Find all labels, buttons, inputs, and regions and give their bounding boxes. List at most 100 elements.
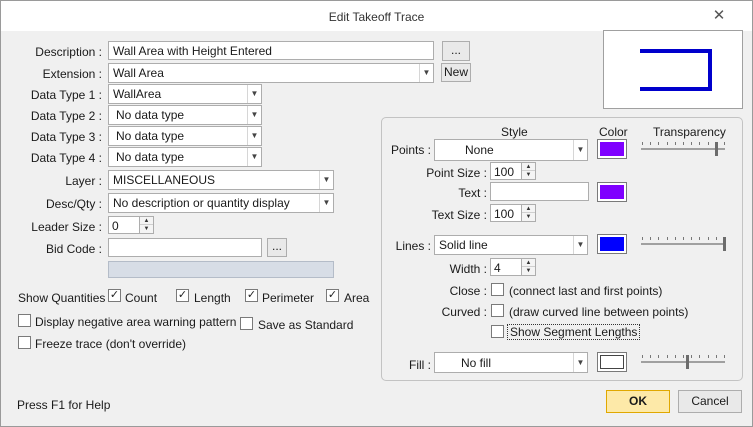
description-browse-button[interactable]: ... bbox=[442, 41, 470, 61]
cancel-button[interactable]: Cancel bbox=[678, 390, 742, 413]
point-size-value: 100 bbox=[494, 165, 515, 179]
spin-down-icon[interactable]: ▼ bbox=[522, 171, 535, 179]
chevron-down-icon: ▼ bbox=[319, 194, 333, 212]
bid-code-input[interactable] bbox=[108, 238, 262, 257]
spin-up-icon[interactable]: ▲ bbox=[522, 205, 535, 213]
chevron-down-icon: ▼ bbox=[247, 106, 261, 124]
data-type-2-select[interactable]: No data type ▼ bbox=[108, 105, 262, 125]
slider-tick bbox=[724, 355, 725, 358]
slider-tick bbox=[699, 142, 701, 145]
point-size-stepper[interactable]: 100 ▲ ▼ bbox=[490, 162, 536, 180]
spin-down-icon[interactable]: ▼ bbox=[140, 225, 153, 233]
style-header: Style bbox=[501, 125, 528, 139]
points-transparency-slider[interactable] bbox=[641, 140, 727, 160]
close-checkbox[interactable] bbox=[491, 283, 504, 296]
lines-color-fill bbox=[600, 237, 624, 251]
curved-description: (draw curved line between points) bbox=[509, 305, 689, 319]
color-header: Color bbox=[599, 125, 628, 139]
data-type-4-label: Data Type 4 : bbox=[30, 151, 102, 165]
ok-button[interactable]: OK bbox=[606, 390, 670, 413]
spin-up-icon[interactable]: ▲ bbox=[140, 217, 153, 225]
slider-tick bbox=[650, 355, 652, 358]
lines-select[interactable]: Solid line ▼ bbox=[434, 235, 588, 255]
spin-up-icon[interactable]: ▲ bbox=[522, 163, 535, 171]
close-icon[interactable]: ✕ bbox=[707, 5, 731, 27]
data-type-2-label: Data Type 2 : bbox=[30, 109, 102, 123]
width-stepper[interactable]: 4 ▲ ▼ bbox=[490, 258, 536, 276]
points-value: None bbox=[465, 143, 494, 157]
preview-trace-shape bbox=[640, 49, 712, 91]
extension-new-button[interactable]: New bbox=[441, 63, 471, 82]
trace-preview bbox=[603, 30, 743, 109]
text-size-stepper[interactable]: 100 ▲ ▼ bbox=[490, 204, 536, 222]
freeze-checkbox[interactable] bbox=[18, 336, 31, 349]
slider-tick bbox=[724, 142, 725, 145]
slider-thumb[interactable] bbox=[723, 237, 726, 251]
chevron-down-icon: ▼ bbox=[247, 127, 261, 145]
negative-area-checkbox[interactable] bbox=[18, 314, 31, 327]
fill-label: Fill : bbox=[409, 358, 431, 372]
slider-tick bbox=[707, 237, 709, 240]
save-standard-checkbox[interactable] bbox=[240, 317, 253, 330]
slider-tick bbox=[650, 142, 652, 145]
extension-select[interactable]: Wall Area ▼ bbox=[108, 63, 434, 83]
perimeter-checkbox[interactable]: ✓ bbox=[245, 289, 258, 302]
slider-thumb[interactable] bbox=[686, 355, 689, 369]
layer-select[interactable]: MISCELLANEOUS ▼ bbox=[108, 170, 334, 190]
slider-tick bbox=[683, 237, 684, 240]
points-color-swatch[interactable] bbox=[597, 139, 627, 159]
fill-select[interactable]: No fill ▼ bbox=[434, 352, 588, 373]
extension-value: Wall Area bbox=[113, 66, 164, 80]
chevron-down-icon: ▼ bbox=[247, 85, 261, 103]
count-checkbox[interactable]: ✓ bbox=[108, 289, 121, 302]
slider-tick bbox=[683, 355, 684, 358]
chevron-down-icon: ▼ bbox=[247, 148, 261, 166]
data-type-4-value: No data type bbox=[116, 150, 185, 164]
fill-color-swatch[interactable] bbox=[597, 352, 627, 372]
slider-tick bbox=[699, 237, 701, 240]
data-type-4-select[interactable]: No data type ▼ bbox=[108, 147, 262, 167]
slider-tick bbox=[715, 355, 717, 358]
slider-tick bbox=[658, 142, 660, 145]
points-color-fill bbox=[600, 142, 624, 156]
help-text: Press F1 for Help bbox=[17, 398, 111, 412]
leader-size-stepper[interactable]: 0 ▲ ▼ bbox=[108, 216, 154, 234]
description-label: Description : bbox=[35, 45, 102, 59]
data-type-3-select[interactable]: No data type ▼ bbox=[108, 126, 262, 146]
length-checkbox[interactable]: ✓ bbox=[176, 289, 189, 302]
fill-value: No fill bbox=[461, 356, 492, 370]
slider-tick bbox=[691, 355, 693, 358]
slider-track bbox=[641, 243, 725, 245]
fill-transparency-slider[interactable] bbox=[641, 353, 727, 373]
curved-checkbox[interactable] bbox=[491, 304, 504, 317]
area-checkbox[interactable]: ✓ bbox=[326, 289, 339, 302]
lines-color-swatch[interactable] bbox=[597, 234, 627, 254]
title-bar: Edit Takeoff Trace ✕ bbox=[1, 1, 752, 31]
bid-code-browse-button[interactable]: ... bbox=[267, 238, 287, 257]
slider-tick bbox=[683, 142, 684, 145]
description-input[interactable]: Wall Area with Height Entered bbox=[108, 41, 434, 60]
segment-lengths-checkbox[interactable] bbox=[491, 325, 504, 338]
lines-transparency-slider[interactable] bbox=[641, 235, 727, 255]
show-quantities-label: Show Quantities : bbox=[18, 291, 113, 305]
text-color-swatch[interactable] bbox=[597, 182, 627, 202]
slider-thumb[interactable] bbox=[715, 142, 718, 156]
desc-qty-label: Desc/Qty : bbox=[45, 197, 102, 211]
data-type-3-label: Data Type 3 : bbox=[30, 130, 102, 144]
slider-track bbox=[641, 148, 725, 150]
spin-up-icon[interactable]: ▲ bbox=[522, 259, 535, 267]
data-type-1-value: WallArea bbox=[113, 87, 162, 101]
points-select[interactable]: None ▼ bbox=[434, 139, 588, 161]
segment-lengths-label: Show Segment Lengths bbox=[507, 324, 641, 340]
perimeter-label: Perimeter bbox=[262, 291, 315, 305]
slider-tick bbox=[642, 237, 643, 240]
slider-tick bbox=[707, 355, 709, 358]
spin-down-icon[interactable]: ▼ bbox=[522, 267, 535, 275]
spin-down-icon[interactable]: ▼ bbox=[522, 213, 535, 221]
layer-value: MISCELLANEOUS bbox=[113, 173, 216, 187]
data-type-1-select[interactable]: WallArea ▼ bbox=[108, 84, 262, 104]
desc-qty-select[interactable]: No description or quantity display ▼ bbox=[108, 193, 334, 213]
text-input[interactable] bbox=[490, 182, 589, 201]
bid-code-description-box bbox=[108, 261, 334, 278]
close-label: Close : bbox=[449, 284, 487, 298]
